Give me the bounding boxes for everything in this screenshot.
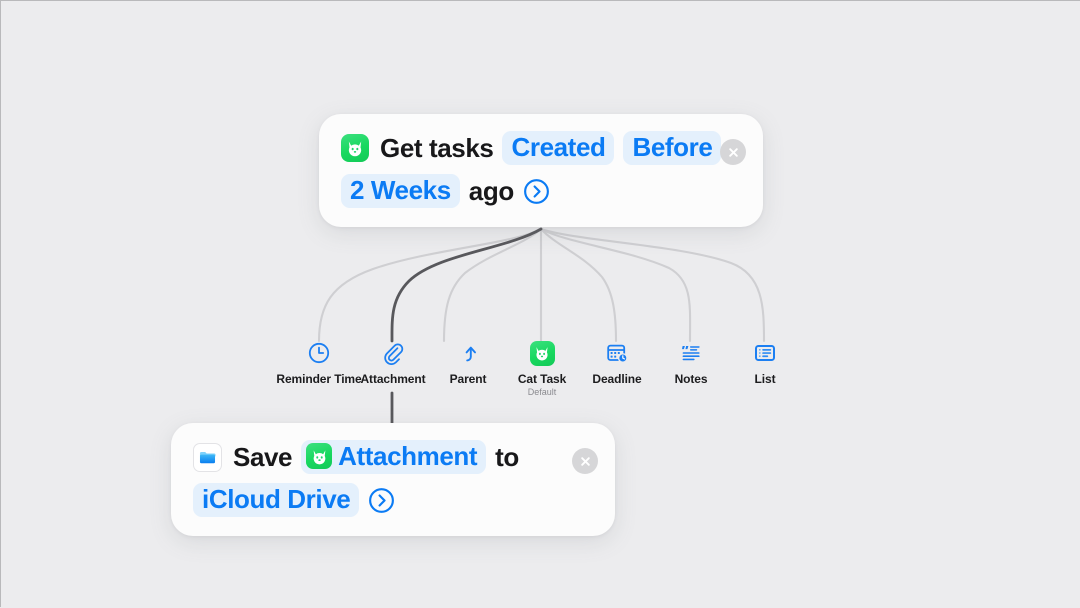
action-card-line: Get tasks Created Before bbox=[341, 131, 741, 165]
connector-attachment-active bbox=[390, 227, 543, 343]
action-card-line: 2 Weeks ago bbox=[341, 174, 741, 208]
list-view-icon bbox=[717, 339, 813, 367]
parameter-picker-row: Reminder Time Attachment Parent Cat Task… bbox=[276, 339, 793, 407]
parameter-token-attachment[interactable]: Attachment bbox=[301, 440, 487, 474]
parameter-token-created[interactable]: Created bbox=[502, 131, 615, 165]
close-icon[interactable] bbox=[572, 448, 598, 474]
parameter-token-before[interactable]: Before bbox=[623, 131, 722, 165]
parameter-label: List bbox=[754, 372, 776, 386]
cat-task-icon bbox=[341, 134, 369, 162]
cat-task-icon bbox=[306, 443, 333, 469]
action-text-ago: ago bbox=[468, 176, 514, 206]
action-card-get-tasks[interactable]: Get tasks Created Before 2 Weeks ago bbox=[319, 114, 763, 227]
action-text: Save bbox=[233, 442, 293, 472]
parameter-list[interactable]: List bbox=[717, 339, 813, 386]
connector-parent bbox=[442, 227, 543, 343]
connector-deadline bbox=[539, 227, 618, 343]
action-text: Get tasks bbox=[380, 133, 494, 163]
action-text-to: to bbox=[495, 442, 519, 472]
close-icon[interactable] bbox=[720, 139, 746, 165]
action-card-line: iCloud Drive bbox=[193, 483, 593, 517]
parameter-token-2-weeks[interactable]: 2 Weeks bbox=[341, 174, 460, 208]
action-card-line: Save Attachment to bbox=[193, 440, 593, 474]
parameter-sublabel: Default bbox=[527, 387, 557, 397]
connector-notes bbox=[539, 227, 692, 343]
token-label: Attachment bbox=[338, 441, 478, 471]
run-chevron-icon[interactable] bbox=[523, 178, 550, 205]
run-chevron-icon[interactable] bbox=[368, 487, 395, 514]
connector-reminder-time bbox=[317, 227, 543, 343]
parameter-token-icloud-drive[interactable]: iCloud Drive bbox=[193, 483, 360, 517]
action-card-save-attachment[interactable]: Save Attachment to iCloud Drive bbox=[171, 423, 615, 536]
shortcut-canvas: Get tasks Created Before 2 Weeks ago Rem… bbox=[1, 1, 1080, 607]
folder-icon bbox=[193, 442, 222, 472]
connector-list bbox=[539, 227, 766, 343]
